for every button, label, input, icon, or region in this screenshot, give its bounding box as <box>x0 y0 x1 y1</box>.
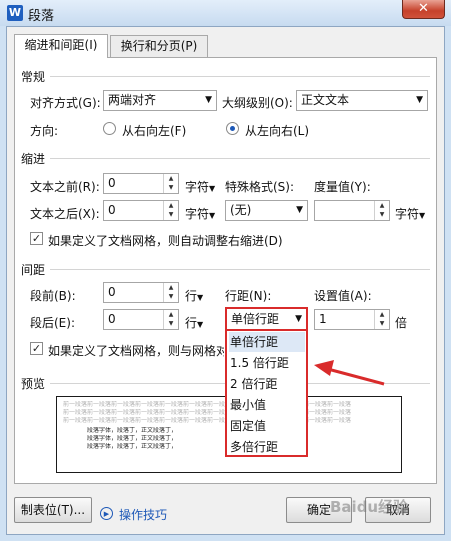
measure-label: 度量值(Y): <box>314 180 371 194</box>
auto-adjust-checkbox[interactable]: ✓ <box>30 232 43 245</box>
tips-link[interactable]: 操作技巧 <box>119 506 167 523</box>
close-button[interactable]: ✕ <box>402 0 445 19</box>
section-divider <box>50 76 430 77</box>
set-value-label: 设置值(A): <box>314 289 372 303</box>
alignment-select[interactable]: 两端对齐 ▼ <box>103 90 217 111</box>
option-double[interactable]: 2 倍行距 <box>229 374 305 394</box>
section-title-indent: 缩进 <box>21 152 46 166</box>
spinner-arrows-icon[interactable]: ▲ ▼ <box>163 310 178 329</box>
outline-level-value: 正文文本 <box>301 93 350 107</box>
space-after-unit-text: 行 <box>185 316 198 330</box>
spinner-arrows-icon[interactable]: ▲ ▼ <box>374 310 389 329</box>
special-format-value: (无) <box>230 203 252 217</box>
section-title-preview: 预览 <box>21 377 46 391</box>
direction-label: 方向: <box>30 124 59 138</box>
spinner-arrows-icon[interactable]: ▲ ▼ <box>163 201 178 220</box>
spinner-arrows-icon[interactable]: ▲ ▼ <box>374 201 389 220</box>
tab-stops-button[interactable]: 制表位(T)... <box>14 497 92 523</box>
set-value-text: 1 <box>319 312 327 326</box>
space-after-input[interactable]: 0 ▲ ▼ <box>103 309 179 330</box>
tab-line-page-break[interactable]: 换行和分页(P) <box>110 35 208 57</box>
chevron-down-icon: ▼ <box>295 314 302 324</box>
rtl-radio[interactable] <box>103 122 116 135</box>
set-value-input[interactable]: 1 ▲ ▼ <box>314 309 390 330</box>
option-1-5[interactable]: 1.5 倍行距 <box>229 353 305 373</box>
chevron-down-icon: ▼ <box>197 293 204 302</box>
space-after-label: 段后(E): <box>30 316 75 330</box>
tab-indent-spacing[interactable]: 缩进和间距(I) <box>14 34 108 58</box>
chevron-down-icon: ▼ <box>209 184 216 193</box>
space-after-unit[interactable]: 行▼ <box>185 314 203 331</box>
chevron-down-icon: ▼ <box>419 211 426 220</box>
line-spacing-label: 行距(N): <box>225 289 272 303</box>
grid-align-checkbox[interactable]: ✓ <box>30 342 43 355</box>
alignment-value: 两端对齐 <box>108 93 157 107</box>
spinner-arrows-icon[interactable]: ▲ ▼ <box>163 283 178 302</box>
rtl-label: 从右向左(F) <box>122 124 187 138</box>
ltr-label: 从左向右(L) <box>245 124 310 138</box>
spinner-arrows-icon[interactable]: ▲ ▼ <box>163 174 178 193</box>
indent-after-label: 文本之后(X): <box>30 207 100 221</box>
option-minimum[interactable]: 最小值 <box>229 395 305 415</box>
option-single[interactable]: 单倍行距 <box>229 332 305 352</box>
indent-after-unit-text: 字符 <box>185 207 210 221</box>
chevron-down-icon: ▼ <box>296 205 303 215</box>
space-before-value: 0 <box>108 285 116 299</box>
option-fixed[interactable]: 固定值 <box>229 416 305 436</box>
indent-after-input[interactable]: 0 ▲ ▼ <box>103 200 179 221</box>
set-value-unit: 倍 <box>395 316 408 330</box>
measure-unit-text: 字符 <box>395 207 420 221</box>
chevron-down-icon: ▼ <box>197 320 204 329</box>
ltr-radio[interactable] <box>226 122 239 135</box>
space-after-value: 0 <box>108 312 116 326</box>
indent-after-value: 0 <box>108 203 116 217</box>
alignment-label: 对齐方式(G): <box>30 96 101 110</box>
space-before-unit[interactable]: 行▼ <box>185 287 203 304</box>
dialog-title: 段落 <box>28 9 55 24</box>
line-spacing-value: 单倍行距 <box>231 312 280 326</box>
special-format-label: 特殊格式(S): <box>225 180 295 194</box>
space-before-input[interactable]: 0 ▲ ▼ <box>103 282 179 303</box>
indent-after-unit[interactable]: 字符▼ <box>185 205 215 222</box>
indent-before-unit-text: 字符 <box>185 180 210 194</box>
outline-level-label: 大纲级别(O): <box>222 96 293 110</box>
indent-before-unit[interactable]: 字符▼ <box>185 178 215 195</box>
measure-input[interactable]: ▲ ▼ <box>314 200 390 221</box>
title-bar <box>0 0 451 26</box>
indent-before-label: 文本之前(R): <box>30 180 100 194</box>
chevron-down-icon: ▼ <box>209 211 216 220</box>
section-title-spacing: 间距 <box>21 263 46 277</box>
option-multiple[interactable]: 多倍行距 <box>229 437 305 457</box>
line-spacing-select[interactable]: 单倍行距 ▼ <box>225 307 308 331</box>
special-format-select[interactable]: (无) ▼ <box>225 200 308 221</box>
play-icon[interactable]: ▶ <box>100 507 113 520</box>
red-arrow-annotation <box>314 360 385 386</box>
auto-adjust-label: 如果定义了文档网格，则自动调整右缩进(D) <box>48 234 283 248</box>
section-divider <box>50 269 430 270</box>
space-before-label: 段前(B): <box>30 289 76 303</box>
watermark: Baidu经验 <box>330 498 409 516</box>
section-divider <box>50 158 430 159</box>
chevron-down-icon: ▼ <box>205 95 212 105</box>
wps-writer-icon: W <box>7 5 23 21</box>
indent-before-input[interactable]: 0 ▲ ▼ <box>103 173 179 194</box>
indent-before-value: 0 <box>108 176 116 190</box>
line-spacing-dropdown: 单倍行距 1.5 倍行距 2 倍行距 最小值 固定值 多倍行距 <box>225 329 308 457</box>
chevron-down-icon: ▼ <box>416 95 423 105</box>
grid-align-label: 如果定义了文档网格，则与网格对 <box>48 344 224 358</box>
space-before-unit-text: 行 <box>185 289 198 303</box>
outline-level-select[interactable]: 正文文本 ▼ <box>296 90 428 111</box>
section-title-general: 常规 <box>21 70 46 84</box>
measure-unit[interactable]: 字符▼ <box>395 205 425 222</box>
